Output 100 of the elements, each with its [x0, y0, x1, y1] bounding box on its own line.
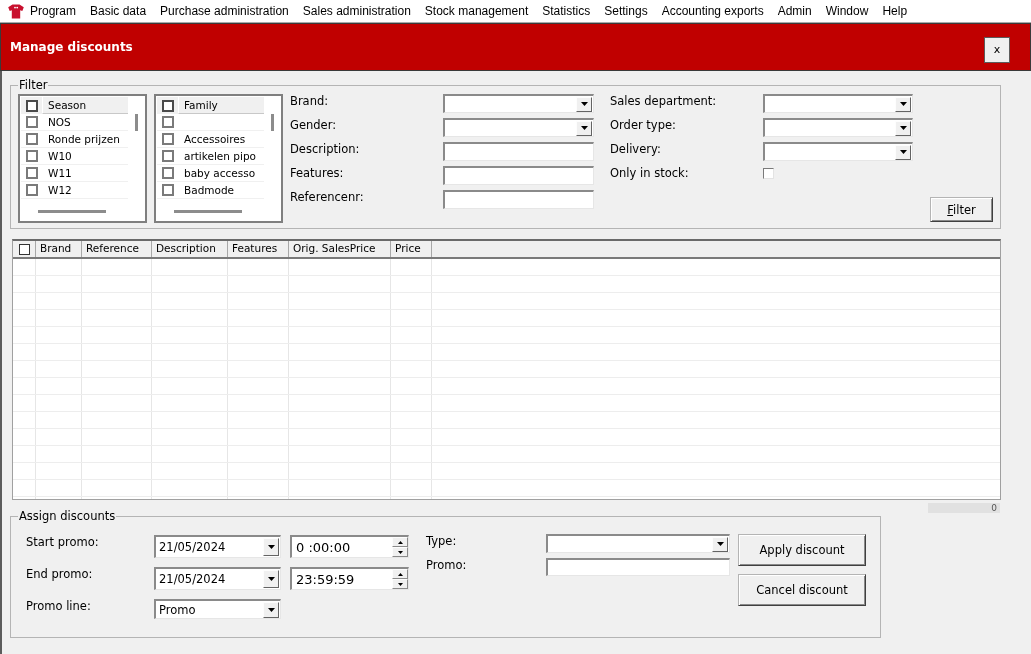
- caret-down-icon: [716, 542, 724, 546]
- field-label: Start promo:: [26, 535, 100, 551]
- dropdown-button[interactable]: [576, 120, 592, 136]
- date-picker[interactable]: 21/05/2024: [154, 535, 281, 558]
- checkbox[interactable]: [25, 184, 38, 196]
- checkbox[interactable]: [25, 150, 38, 162]
- cancel-button[interactable]: Cancel discount: [738, 574, 866, 606]
- filter-button[interactable]: Filter: [930, 197, 993, 222]
- field-label: Type:: [426, 534, 458, 550]
- column-header[interactable]: Description: [152, 241, 228, 257]
- spin-down-button[interactable]: [392, 579, 408, 589]
- column-header[interactable]: Orig. SalesPrice: [289, 241, 391, 257]
- column-header[interactable]: Brand: [36, 241, 82, 257]
- dropdown-field[interactable]: [546, 534, 730, 553]
- text-field[interactable]: [443, 166, 594, 185]
- list-item[interactable]: Badmode: [178, 182, 264, 198]
- date-picker[interactable]: 21/05/2024: [154, 567, 281, 590]
- caret-down-icon: [397, 582, 403, 586]
- group-title: Assign discounts: [18, 510, 117, 523]
- checkbox[interactable]: [161, 150, 174, 162]
- checkbox[interactable]: [161, 167, 174, 179]
- dropdown-button[interactable]: [576, 96, 592, 112]
- field-label: Features:: [290, 166, 345, 182]
- group-title: Filter: [18, 79, 49, 92]
- list-item[interactable]: NOS: [42, 114, 128, 130]
- caret-down-icon: [899, 126, 907, 130]
- dropdown-button[interactable]: [263, 601, 279, 618]
- menu-item[interactable]: Stock management: [417, 0, 536, 22]
- checkbox[interactable]: [161, 99, 174, 112]
- scrollbar-thumb[interactable]: [271, 114, 274, 131]
- scrollbar-thumb[interactable]: [38, 210, 106, 213]
- caret-down-icon: [899, 150, 907, 154]
- dropdown-button[interactable]: [712, 536, 728, 552]
- caret-down-icon: [580, 126, 588, 130]
- checkbox[interactable]: [25, 116, 38, 128]
- caret-down-icon: [267, 545, 275, 549]
- list-item[interactable]: W11: [42, 165, 128, 181]
- spin-down-button[interactable]: [392, 547, 408, 557]
- field-label: Sales department:: [610, 94, 718, 110]
- checkbox[interactable]: [763, 168, 774, 179]
- list-item[interactable]: Ronde prijzen: [42, 131, 128, 147]
- field-label: Promo:: [426, 558, 468, 574]
- checkbox[interactable]: [18, 243, 30, 255]
- list-item[interactable]: artikelen pipo: [178, 148, 264, 164]
- list-item[interactable]: W10: [42, 148, 128, 164]
- field-label: Promo line:: [26, 599, 92, 615]
- menu-item[interactable]: Basic data: [83, 0, 154, 22]
- dropdown-field[interactable]: [763, 94, 913, 113]
- time-spinner[interactable]: 0 :00:00: [290, 535, 409, 558]
- dropdown-button[interactable]: [895, 120, 911, 136]
- checkbox[interactable]: [161, 133, 174, 145]
- field-label: Referencenr:: [290, 190, 365, 206]
- dropdown-button[interactable]: [263, 570, 279, 588]
- dropdown-button[interactable]: [263, 538, 279, 556]
- column-header[interactable]: Family: [178, 97, 264, 114]
- menu-item[interactable]: Sales administration: [295, 0, 418, 22]
- checkbox[interactable]: [25, 99, 38, 112]
- menu-item[interactable]: Settings: [597, 0, 655, 22]
- caret-down-icon: [397, 550, 403, 554]
- checkbox[interactable]: [161, 184, 174, 196]
- apply-button[interactable]: Apply discount: [738, 534, 866, 566]
- time-spinner[interactable]: 23:59:59: [290, 567, 409, 590]
- dropdown-button[interactable]: [895, 144, 911, 160]
- dropdown-button[interactable]: [895, 96, 911, 112]
- menu-item[interactable]: Statistics: [535, 0, 598, 22]
- menu-item[interactable]: Window: [818, 0, 876, 22]
- checkbox[interactable]: [25, 133, 38, 145]
- column-header[interactable]: Features: [228, 241, 289, 257]
- close-button[interactable]: x: [984, 36, 1010, 63]
- caret-down-icon: [267, 577, 275, 581]
- list-item[interactable]: W12: [42, 182, 128, 198]
- text-field[interactable]: [443, 190, 594, 209]
- column-header[interactable]: Price: [391, 241, 432, 257]
- list-item[interactable]: baby accesso: [178, 165, 264, 181]
- row-count: 0: [928, 503, 1000, 513]
- dropdown-field[interactable]: [443, 94, 594, 113]
- field-label: Gender:: [290, 118, 338, 134]
- column-header[interactable]: Reference: [82, 241, 152, 257]
- menu-item[interactable]: Purchase administration: [153, 0, 296, 22]
- text-field[interactable]: [443, 142, 594, 161]
- spin-up-button[interactable]: [392, 569, 408, 579]
- caret-down-icon: [580, 102, 588, 106]
- checkbox[interactable]: [25, 167, 38, 179]
- dropdown-field[interactable]: [443, 118, 594, 137]
- menu-item[interactable]: Admin: [770, 0, 819, 22]
- spin-up-button[interactable]: [392, 537, 408, 547]
- menu-item[interactable]: Accounting exports: [654, 0, 771, 22]
- scrollbar-thumb[interactable]: [135, 114, 138, 131]
- field-label: Only in stock:: [610, 166, 690, 182]
- dropdown-field[interactable]: [763, 118, 913, 137]
- scrollbar-thumb[interactable]: [174, 210, 242, 213]
- menu-item[interactable]: Program: [23, 0, 83, 22]
- text-field[interactable]: [546, 558, 730, 576]
- list-item[interactable]: Accessoires: [178, 131, 264, 147]
- checkbox[interactable]: [161, 116, 174, 128]
- column-header[interactable]: Season: [42, 97, 128, 114]
- tshirt-icon: [8, 3, 24, 19]
- dropdown-field[interactable]: Promo: [154, 599, 281, 619]
- dropdown-field[interactable]: [763, 142, 913, 161]
- menu-item[interactable]: Help: [875, 0, 915, 22]
